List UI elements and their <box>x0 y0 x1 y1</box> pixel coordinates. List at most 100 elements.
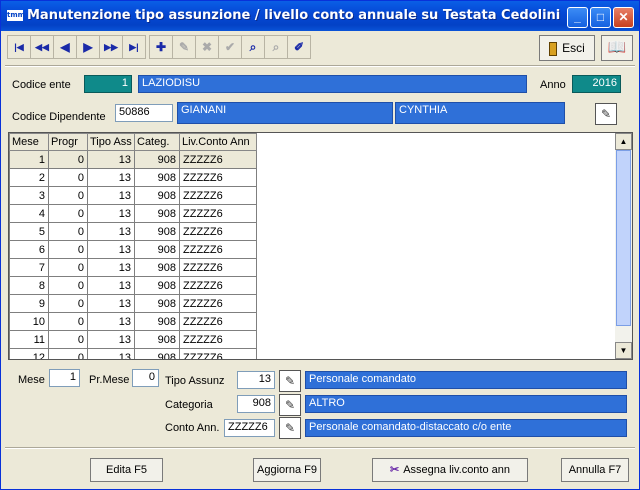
first-record-icon[interactable]: |◀ <box>7 35 31 59</box>
prev-record-icon[interactable]: ◀ <box>53 35 77 59</box>
cell-mese[interactable]: 6 <box>9 240 49 259</box>
cell-liv-conto-ann[interactable]: ZZZZZ6 <box>179 294 257 313</box>
maximize-icon[interactable]: □ <box>590 7 611 28</box>
cell-categ[interactable]: 908 <box>134 240 180 259</box>
search-icon[interactable]: ⌕ <box>241 35 265 59</box>
cell-categ[interactable]: 908 <box>134 312 180 331</box>
codice-dipendente-field[interactable]: 50886 <box>115 104 173 122</box>
cell-mese[interactable]: 5 <box>9 222 49 241</box>
cell-mese[interactable]: 11 <box>9 330 49 349</box>
mese-field[interactable]: 1 <box>49 369 80 387</box>
cell-tipo-ass[interactable]: 13 <box>87 240 135 259</box>
cell-tipo-ass[interactable]: 13 <box>87 204 135 223</box>
table-row[interactable]: 9 0 13 908 ZZZZZ6 <box>9 294 257 313</box>
save-record-icon[interactable]: ✔ <box>218 35 242 59</box>
cell-progr[interactable]: 0 <box>48 312 88 331</box>
cell-categ[interactable]: 908 <box>134 348 180 359</box>
cell-liv-conto-ann[interactable]: ZZZZZ6 <box>179 348 257 359</box>
cell-categ[interactable]: 908 <box>134 258 180 277</box>
tipo-assunz-field[interactable]: 13 <box>237 371 275 389</box>
edita-button[interactable]: Edita F5 <box>90 458 163 482</box>
cell-liv-conto-ann[interactable]: ZZZZZ6 <box>179 168 257 187</box>
cell-categ[interactable]: 908 <box>134 150 180 169</box>
cell-liv-conto-ann[interactable]: ZZZZZ6 <box>179 222 257 241</box>
cell-tipo-ass[interactable]: 13 <box>87 168 135 187</box>
cell-mese[interactable]: 8 <box>9 276 49 295</box>
cell-progr[interactable]: 0 <box>48 258 88 277</box>
clear-filter-icon[interactable]: ✐ <box>287 35 311 59</box>
column-header-progr[interactable]: Progr <box>48 133 88 151</box>
cell-tipo-ass[interactable]: 13 <box>87 348 135 359</box>
search-advanced-icon[interactable]: ⌕ <box>264 35 288 59</box>
table-row[interactable]: 4 0 13 908 ZZZZZ6 <box>9 204 257 223</box>
cell-liv-conto-ann[interactable]: ZZZZZ6 <box>179 276 257 295</box>
cell-progr[interactable]: 0 <box>48 240 88 259</box>
cell-mese[interactable]: 3 <box>9 186 49 205</box>
codice-ente-field[interactable]: 1 <box>84 75 132 93</box>
table-row[interactable]: 7 0 13 908 ZZZZZ6 <box>9 258 257 277</box>
table-row[interactable]: 12 0 13 908 ZZZZZ6 <box>9 348 257 359</box>
cell-liv-conto-ann[interactable]: ZZZZZ6 <box>179 186 257 205</box>
last-record-icon[interactable]: ▶| <box>122 35 146 59</box>
table-row[interactable]: 1 0 13 908 ZZZZZ6 <box>9 150 257 169</box>
cell-progr[interactable]: 0 <box>48 330 88 349</box>
cell-progr[interactable]: 0 <box>48 222 88 241</box>
prev-page-icon[interactable]: ◀◀ <box>30 35 54 59</box>
column-header-tipo-ass[interactable]: Tipo Ass <box>87 133 135 151</box>
cell-tipo-ass[interactable]: 13 <box>87 294 135 313</box>
grid-scrollbar[interactable]: ▲ ▼ <box>615 133 632 359</box>
cell-mese[interactable]: 4 <box>9 204 49 223</box>
scroll-down-icon[interactable]: ▼ <box>615 342 632 359</box>
scroll-up-icon[interactable]: ▲ <box>615 133 632 150</box>
cell-mese[interactable]: 2 <box>9 168 49 187</box>
cell-progr[interactable]: 0 <box>48 204 88 223</box>
categoria-lookup-icon[interactable]: ✎ <box>279 394 301 416</box>
cell-categ[interactable]: 908 <box>134 186 180 205</box>
cell-mese[interactable]: 1 <box>9 150 49 169</box>
cell-liv-conto-ann[interactable]: ZZZZZ6 <box>179 240 257 259</box>
cell-progr[interactable]: 0 <box>48 294 88 313</box>
book-icon[interactable]: 📖 <box>601 35 633 61</box>
prmese-field[interactable]: 0 <box>132 369 159 387</box>
table-row[interactable]: 5 0 13 908 ZZZZZ6 <box>9 222 257 241</box>
categoria-field[interactable]: 908 <box>237 395 275 413</box>
next-record-icon[interactable]: ▶ <box>76 35 100 59</box>
cell-mese[interactable]: 10 <box>9 312 49 331</box>
cell-liv-conto-ann[interactable]: ZZZZZ6 <box>179 312 257 331</box>
cell-progr[interactable]: 0 <box>48 276 88 295</box>
cell-mese[interactable]: 9 <box>9 294 49 313</box>
column-header-mese[interactable]: Mese <box>9 133 49 151</box>
cell-tipo-ass[interactable]: 13 <box>87 312 135 331</box>
cell-categ[interactable]: 908 <box>134 222 180 241</box>
conto-ann-field[interactable]: ZZZZZ6 <box>224 419 275 437</box>
cell-progr[interactable]: 0 <box>48 150 88 169</box>
annulla-button[interactable]: Annulla F7 <box>561 458 629 482</box>
anno-field[interactable]: 2016 <box>572 75 621 93</box>
cell-categ[interactable]: 908 <box>134 276 180 295</box>
notes-icon[interactable]: ✎ <box>595 103 617 125</box>
cell-liv-conto-ann[interactable]: ZZZZZ6 <box>179 330 257 349</box>
cell-categ[interactable]: 908 <box>134 168 180 187</box>
cell-categ[interactable]: 908 <box>134 294 180 313</box>
column-header-liv-conto-ann[interactable]: Liv.Conto Ann <box>179 133 257 151</box>
cell-tipo-ass[interactable]: 13 <box>87 276 135 295</box>
cell-progr[interactable]: 0 <box>48 168 88 187</box>
cell-mese[interactable]: 12 <box>9 348 49 359</box>
cell-categ[interactable]: 908 <box>134 330 180 349</box>
cell-mese[interactable]: 7 <box>9 258 49 277</box>
table-row[interactable]: 3 0 13 908 ZZZZZ6 <box>9 186 257 205</box>
scroll-thumb[interactable] <box>616 150 631 326</box>
minimize-icon[interactable]: _ <box>567 7 588 28</box>
aggiorna-button[interactable]: Aggiorna F9 <box>253 458 321 482</box>
cell-tipo-ass[interactable]: 13 <box>87 258 135 277</box>
next-page-icon[interactable]: ▶▶ <box>99 35 123 59</box>
table-row[interactable]: 11 0 13 908 ZZZZZ6 <box>9 330 257 349</box>
column-header-categ[interactable]: Categ. <box>134 133 180 151</box>
conto-ann-lookup-icon[interactable]: ✎ <box>279 417 301 439</box>
cell-tipo-ass[interactable]: 13 <box>87 150 135 169</box>
table-row[interactable]: 8 0 13 908 ZZZZZ6 <box>9 276 257 295</box>
exit-button[interactable]: Esci <box>539 35 595 61</box>
new-record-icon[interactable]: ✚ <box>149 35 173 59</box>
cell-tipo-ass[interactable]: 13 <box>87 330 135 349</box>
delete-record-icon[interactable]: ✖ <box>195 35 219 59</box>
